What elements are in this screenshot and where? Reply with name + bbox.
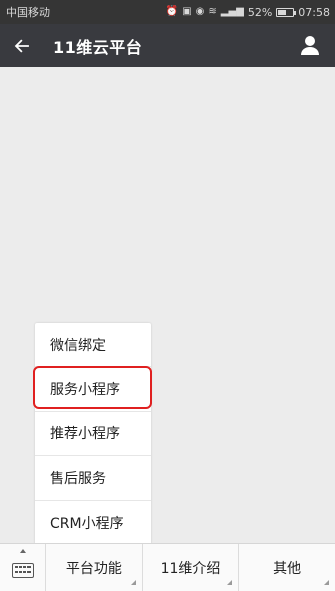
menu-button-other[interactable]: 其他: [239, 544, 335, 591]
submenu-item-service-miniprogram[interactable]: 服务小程序: [35, 367, 151, 412]
battery-icon: [276, 7, 297, 17]
nav-bar: 11维云平台: [0, 24, 335, 67]
menu-button-label: 其他: [273, 560, 302, 577]
status-bar: 中国移动 ⏰ ▣ ◉ ≋ ▂▄▆ 52% 07:58: [0, 0, 335, 24]
carrier-name: 中国移动: [6, 6, 50, 19]
keyboard-toggle-button[interactable]: [0, 544, 46, 591]
battery-level: [278, 9, 286, 15]
clock: 07:58: [298, 5, 330, 19]
submenu-indicator-icon: [130, 580, 136, 585]
page-title: 11维云平台: [53, 37, 143, 57]
submenu-item-after-sales[interactable]: 售后服务: [35, 456, 151, 501]
phone-screen: 中国移动 ⏰ ▣ ◉ ≋ ▂▄▆ 52% 07:58 11维云平台 微信绑定 服…: [0, 0, 335, 591]
menu-button-label: 11维介绍: [160, 560, 221, 577]
battery-percent: 52%: [247, 5, 273, 19]
alarm-icon: ⏰: [165, 6, 179, 17]
keyboard-icon: [11, 563, 34, 578]
caret-up-icon: [19, 549, 26, 553]
back-arrow-icon: [14, 38, 29, 53]
profile-button[interactable]: [299, 33, 321, 57]
hd-icon: ▣: [182, 6, 192, 17]
submenu-item-recommend-miniprogram[interactable]: 推荐小程序: [35, 412, 151, 457]
status-indicators: ⏰ ▣ ◉ ≋ ▂▄▆ 52% 07:58: [166, 6, 330, 19]
menu-button-about[interactable]: 11维介绍: [143, 544, 240, 591]
wifi-icon: ≋: [208, 6, 217, 17]
signal-icon: ▂▄▆: [220, 6, 244, 17]
person-icon: [301, 36, 319, 55]
submenu-item-crm-miniprogram[interactable]: CRM小程序: [35, 501, 151, 545]
submenu-indicator-icon: [324, 580, 330, 585]
submenu-indicator-icon: [227, 580, 233, 585]
submenu-popup: 微信绑定 服务小程序 推荐小程序 售后服务 CRM小程序: [35, 323, 151, 545]
eye-icon: ◉: [195, 6, 205, 17]
menu-button-platform-features[interactable]: 平台功能: [46, 544, 143, 591]
back-button[interactable]: [0, 24, 44, 67]
bottom-menu-bar: 平台功能 11维介绍 其他: [0, 543, 335, 591]
menu-button-label: 平台功能: [65, 560, 122, 577]
submenu-item-wechat-bind[interactable]: 微信绑定: [35, 323, 151, 368]
